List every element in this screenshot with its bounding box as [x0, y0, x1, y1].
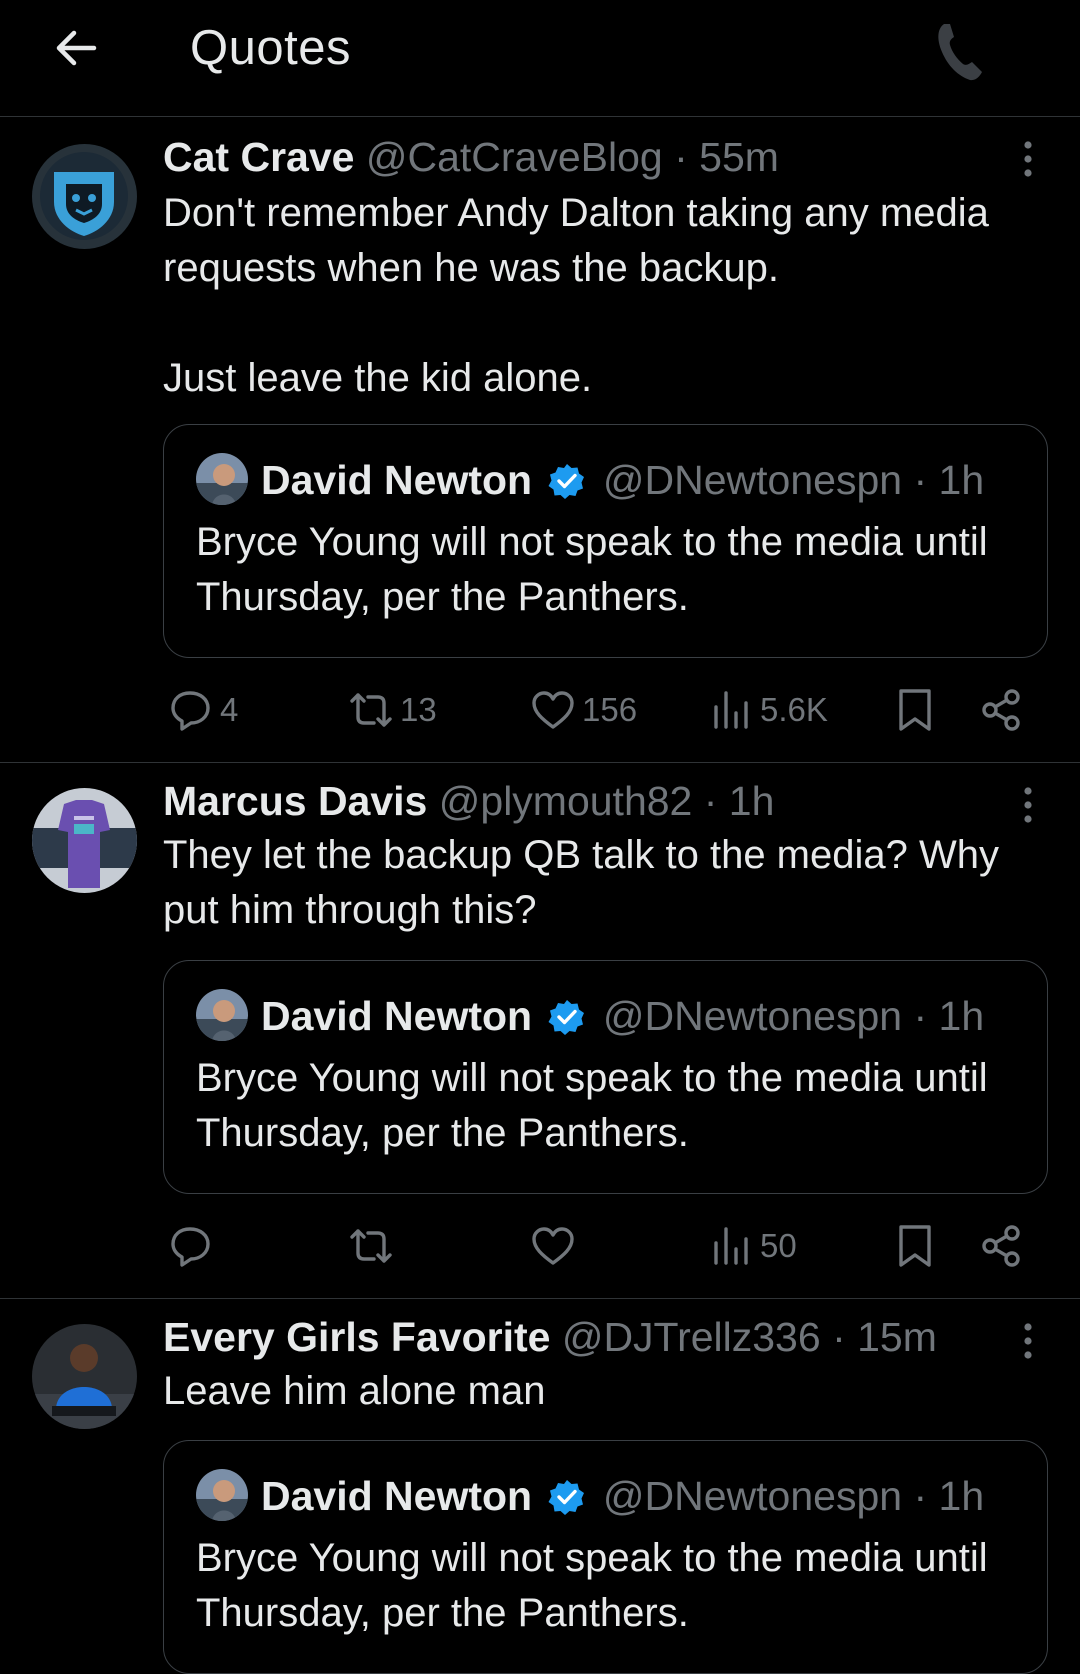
- verified-badge-icon: [548, 998, 586, 1036]
- verified-badge-icon: [548, 1478, 586, 1516]
- repost-button[interactable]: [348, 1216, 400, 1276]
- quoted-display-name: David Newton: [261, 457, 533, 503]
- timestamp[interactable]: · 15m: [832, 1314, 937, 1360]
- jersey-photo-icon: [32, 788, 137, 893]
- quoted-tweet[interactable]: David Newton @DNewtonespn · 1h Bryce You…: [163, 960, 1048, 1194]
- phone-icon: [938, 24, 982, 81]
- quoted-avatar: [196, 453, 248, 505]
- back-arrow-icon: [56, 30, 97, 66]
- reply-button[interactable]: 4: [168, 680, 238, 740]
- reply-count: 4: [220, 691, 239, 728]
- more-icon: [1024, 1323, 1032, 1359]
- like-count: 156: [582, 691, 638, 728]
- views-icon: [714, 691, 748, 729]
- like-icon: [532, 1227, 574, 1265]
- quoted-text: Bryce Young will not speak to the media …: [196, 1536, 988, 1635]
- quoted-avatar: [196, 1469, 248, 1521]
- call-button[interactable]: [930, 18, 990, 84]
- share-button[interactable]: [978, 680, 1030, 740]
- bookmark-icon: [899, 1225, 931, 1267]
- tweet[interactable]: Marcus Davis @plymouth82 · 1h They let t…: [0, 764, 1080, 1299]
- tweet-header: Every Girls Favorite @DJTrellz336 · 15m: [163, 1312, 937, 1362]
- quoted-handle: @DNewtonespn: [602, 1473, 903, 1519]
- user-handle[interactable]: @plymouth82: [439, 778, 693, 824]
- action-bar: 50: [0, 1216, 1080, 1276]
- quoted-text: Bryce Young will not speak to the media …: [196, 1056, 988, 1155]
- quoted-header: David Newton @DNewtonespn · 1h: [261, 455, 984, 505]
- dj-photo-icon: [32, 1324, 137, 1429]
- more-button[interactable]: [1008, 780, 1048, 830]
- top-bar: Quotes: [0, 0, 1080, 117]
- tweet[interactable]: Cat Crave @CatCraveBlog · 55m Don't reme…: [0, 118, 1080, 763]
- view-count: 5.6K: [760, 691, 828, 728]
- tweet-header: Marcus Davis @plymouth82 · 1h: [163, 776, 774, 826]
- reply-icon: [171, 1227, 210, 1267]
- quoted-timestamp: · 1h: [913, 1473, 985, 1519]
- display-name[interactable]: Every Girls Favorite: [163, 1314, 550, 1360]
- bookmark-button[interactable]: [892, 680, 944, 740]
- user-handle[interactable]: @CatCraveBlog: [366, 134, 663, 180]
- share-button[interactable]: [978, 1216, 1030, 1276]
- tweet-text: They let the backup QB talk to the media…: [163, 833, 999, 932]
- quoted-header: David Newton @DNewtonespn · 1h: [261, 991, 984, 1041]
- quoted-handle: @DNewtonespn: [602, 457, 903, 503]
- repost-icon: [350, 1229, 392, 1263]
- tweet-text: Leave him alone man: [163, 1369, 546, 1413]
- more-icon: [1024, 141, 1032, 177]
- timestamp[interactable]: · 1h: [704, 778, 775, 824]
- profile-photo-icon: [196, 453, 248, 505]
- avatar[interactable]: [32, 1324, 137, 1429]
- more-button[interactable]: [1008, 134, 1048, 184]
- share-icon: [982, 1225, 1020, 1267]
- user-handle[interactable]: @DJTrellz336: [562, 1314, 821, 1360]
- reply-button[interactable]: [168, 1216, 220, 1276]
- quoted-tweet[interactable]: David Newton @DNewtonespn · 1h Bryce You…: [163, 424, 1048, 658]
- views-button[interactable]: 5.6K: [708, 680, 828, 740]
- bookmark-button[interactable]: [892, 1216, 944, 1276]
- bookmark-icon: [899, 689, 931, 731]
- quoted-display-name: David Newton: [261, 1473, 533, 1519]
- quoted-timestamp: · 1h: [913, 457, 985, 503]
- display-name[interactable]: Cat Crave: [163, 134, 354, 180]
- action-bar: 4 13 156 5.6K: [0, 680, 1080, 740]
- repost-count: 13: [400, 691, 437, 728]
- display-name[interactable]: Marcus Davis: [163, 778, 427, 824]
- avatar[interactable]: [32, 788, 137, 893]
- avatar[interactable]: [32, 144, 137, 249]
- share-icon: [982, 689, 1020, 731]
- like-icon: [532, 691, 574, 729]
- more-icon: [1024, 787, 1032, 823]
- profile-photo-icon: [196, 989, 248, 1041]
- page-title: Quotes: [190, 21, 351, 75]
- repost-icon: [350, 693, 392, 727]
- quoted-avatar: [196, 989, 248, 1041]
- verified-badge-icon: [548, 462, 586, 500]
- quoted-handle: @DNewtonespn: [602, 993, 903, 1039]
- more-button[interactable]: [1008, 1316, 1048, 1366]
- quoted-timestamp: · 1h: [913, 993, 985, 1039]
- quoted-tweet[interactable]: David Newton @DNewtonespn · 1h Bryce You…: [163, 1440, 1048, 1674]
- tweet-header: Cat Crave @CatCraveBlog · 55m: [163, 132, 779, 182]
- tweet[interactable]: Every Girls Favorite @DJTrellz336 · 15m …: [0, 1300, 1080, 1674]
- views-icon: [714, 1227, 748, 1265]
- view-count: 50: [760, 1227, 797, 1264]
- reply-icon: [171, 691, 210, 731]
- views-button[interactable]: 50: [708, 1216, 797, 1276]
- profile-photo-icon: [196, 1469, 248, 1521]
- tweet-text: Don't remember Andy Dalton taking any me…: [163, 191, 989, 400]
- timestamp[interactable]: · 55m: [674, 134, 779, 180]
- back-button[interactable]: [50, 22, 102, 74]
- repost-button[interactable]: 13: [348, 680, 437, 740]
- cat-crave-logo-icon: [32, 144, 137, 249]
- like-button[interactable]: 156: [530, 680, 637, 740]
- like-button[interactable]: [530, 1216, 582, 1276]
- quoted-text: Bryce Young will not speak to the media …: [196, 520, 988, 619]
- quoted-display-name: David Newton: [261, 993, 533, 1039]
- quoted-header: David Newton @DNewtonespn · 1h: [261, 1471, 984, 1521]
